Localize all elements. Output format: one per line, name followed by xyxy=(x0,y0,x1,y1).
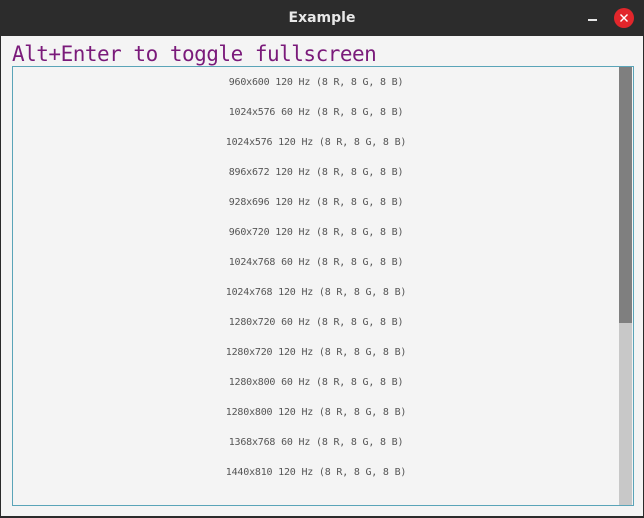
window-title: Example xyxy=(288,10,356,26)
main-content: Alt+Enter to toggle fullscreen 960x600 1… xyxy=(1,36,643,516)
display-mode-item[interactable]: 1440x810 120 Hz (8 R, 8 G, 8 B) xyxy=(13,458,619,488)
display-mode-list[interactable]: 960x600 120 Hz (8 R, 8 G, 8 B) 1024x576 6… xyxy=(12,66,634,506)
display-mode-item[interactable]: 1024x768 60 Hz (8 R, 8 G, 8 B) xyxy=(13,248,619,278)
display-mode-item[interactable]: 1368x768 60 Hz (8 R, 8 G, 8 B) xyxy=(13,428,619,458)
display-mode-item[interactable]: 960x600 120 Hz (8 R, 8 G, 8 B) xyxy=(13,68,619,98)
display-mode-item[interactable]: 1280x720 120 Hz (8 R, 8 G, 8 B) xyxy=(13,338,619,368)
display-mode-item[interactable]: 896x672 120 Hz (8 R, 8 G, 8 B) xyxy=(13,158,619,188)
scrollbar-thumb[interactable] xyxy=(619,67,632,323)
close-button[interactable] xyxy=(614,8,634,28)
display-mode-item[interactable]: 1280x800 60 Hz (8 R, 8 G, 8 B) xyxy=(13,368,619,398)
title-bar[interactable]: Example xyxy=(0,0,644,36)
display-mode-item[interactable]: 1280x800 120 Hz (8 R, 8 G, 8 B) xyxy=(13,398,619,428)
display-mode-item[interactable]: 1280x720 60 Hz (8 R, 8 G, 8 B) xyxy=(13,308,619,338)
close-icon xyxy=(620,14,628,22)
display-mode-item[interactable]: 1024x768 120 Hz (8 R, 8 G, 8 B) xyxy=(13,278,619,308)
display-mode-item[interactable]: 960x720 120 Hz (8 R, 8 G, 8 B) xyxy=(13,218,619,248)
vertical-scrollbar[interactable] xyxy=(619,67,632,505)
minimize-button[interactable] xyxy=(582,8,602,28)
fullscreen-hint-heading: Alt+Enter to toggle fullscreen xyxy=(12,42,377,66)
app-window: Example Alt+Enter to toggle fullscreen 9… xyxy=(0,0,644,518)
display-mode-item[interactable]: 1024x576 120 Hz (8 R, 8 G, 8 B) xyxy=(13,128,619,158)
display-mode-items: 960x600 120 Hz (8 R, 8 G, 8 B) 1024x576 6… xyxy=(13,67,619,488)
display-mode-item[interactable]: 1024x576 60 Hz (8 R, 8 G, 8 B) xyxy=(13,98,619,128)
display-mode-item[interactable]: 928x696 120 Hz (8 R, 8 G, 8 B) xyxy=(13,188,619,218)
